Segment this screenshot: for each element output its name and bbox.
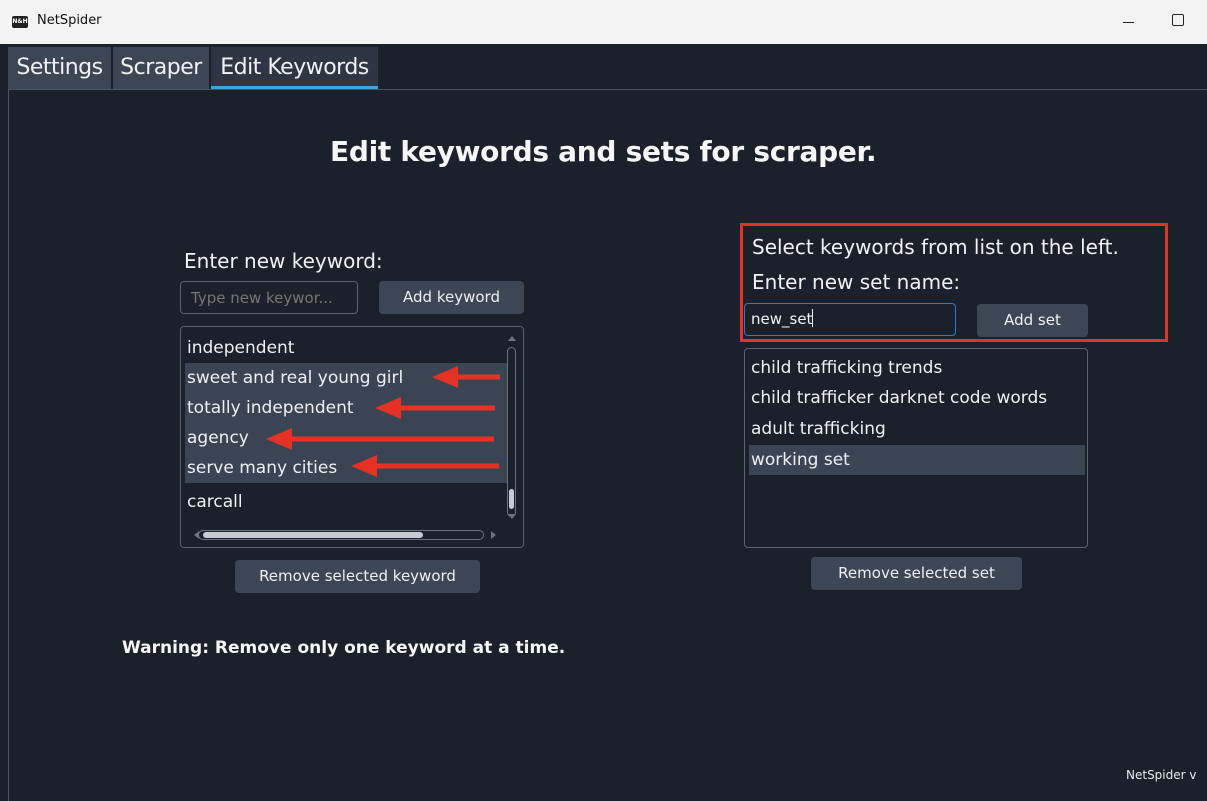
annotation-highlight-box [740,223,1168,342]
set-item[interactable]: working set [749,445,1085,475]
warning-text: Warning: Remove only one keyword at a ti… [122,638,566,658]
arrow-icon [432,366,500,388]
set-item[interactable]: adult trafficking [749,414,1085,444]
set-list[interactable]: child trafficking trends child trafficke… [744,348,1088,548]
remove-set-button[interactable]: Remove selected set [811,557,1022,590]
arrow-icon [266,428,494,450]
version-label: NetSpider v [1126,768,1197,782]
arrow-icon [375,397,495,419]
set-item[interactable]: child trafficker darknet code words [749,383,1085,413]
arrow-icon [351,455,499,477]
set-item[interactable]: child trafficking trends [749,353,1085,383]
